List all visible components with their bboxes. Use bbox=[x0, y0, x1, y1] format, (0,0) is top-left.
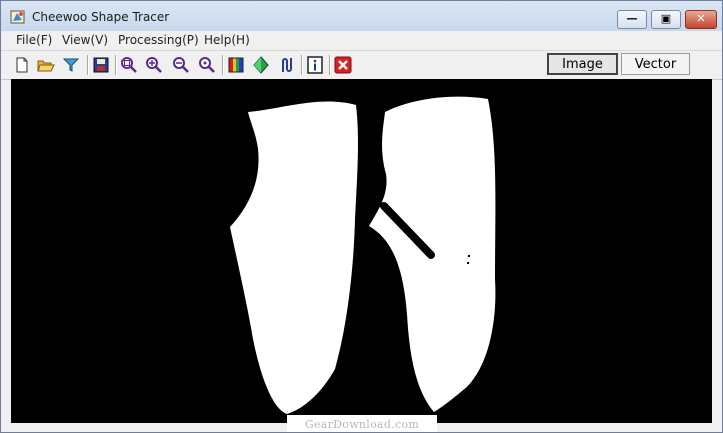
color-button[interactable] bbox=[226, 55, 246, 75]
save-icon bbox=[93, 57, 109, 73]
app-icon bbox=[10, 9, 26, 25]
save-button[interactable] bbox=[91, 55, 111, 75]
open-button[interactable] bbox=[36, 55, 56, 75]
minimize-button[interactable]: — bbox=[617, 10, 647, 29]
stop-button[interactable] bbox=[333, 55, 353, 75]
flip-button[interactable] bbox=[251, 55, 271, 75]
maximize-button[interactable]: ▣ bbox=[651, 10, 681, 29]
noise-dot bbox=[330, 281, 331, 283]
rotate-button[interactable] bbox=[277, 55, 297, 75]
image-canvas[interactable] bbox=[11, 79, 712, 423]
filter-button[interactable] bbox=[61, 55, 81, 75]
zoom-out-button[interactable] bbox=[171, 55, 191, 75]
zoom-fit-button[interactable] bbox=[119, 55, 139, 75]
menu-file[interactable]: File(F) bbox=[16, 33, 52, 47]
toolbar-separator bbox=[87, 55, 89, 75]
maximize-icon: ▣ bbox=[660, 12, 672, 25]
close-window-button[interactable]: ✕ bbox=[685, 10, 717, 29]
watermark: GearDownload.com bbox=[287, 415, 437, 432]
toolbar-separator bbox=[301, 55, 303, 75]
close-icon bbox=[334, 56, 352, 74]
menu-view[interactable]: View(V) bbox=[62, 33, 108, 47]
noise-dot bbox=[329, 269, 331, 271]
zoom-in-icon bbox=[146, 57, 162, 73]
zoom-in-button[interactable] bbox=[144, 55, 164, 75]
close-window-icon: ✕ bbox=[696, 12, 706, 25]
filter-icon bbox=[62, 58, 80, 72]
left-shape bbox=[230, 101, 358, 414]
window-title: Cheewoo Shape Tracer bbox=[32, 10, 170, 24]
traced-shape-image bbox=[230, 96, 496, 414]
zoom-actual-button[interactable] bbox=[197, 55, 217, 75]
new-icon bbox=[16, 57, 28, 73]
tab-image[interactable]: Image bbox=[547, 53, 618, 75]
menu-help[interactable]: Help(H) bbox=[204, 33, 250, 47]
zoom-out-icon bbox=[173, 57, 189, 73]
menu-processing[interactable]: Processing(P) bbox=[118, 33, 199, 47]
toolbar-separator bbox=[115, 55, 117, 75]
toolbar-separator bbox=[222, 55, 224, 75]
toolbar-separator bbox=[329, 55, 331, 75]
app-window: Cheewoo Shape Tracer — ▣ ✕ File(F) View(… bbox=[0, 0, 723, 433]
rotate-icon bbox=[282, 58, 292, 72]
color-icon bbox=[228, 57, 244, 73]
open-icon bbox=[37, 60, 55, 72]
title-bar[interactable]: Cheewoo Shape Tracer — ▣ ✕ bbox=[1, 1, 722, 31]
minimize-icon: — bbox=[626, 12, 638, 25]
tab-vector[interactable]: Vector bbox=[621, 53, 690, 75]
zoom-fit-icon bbox=[121, 57, 137, 73]
info-button[interactable] bbox=[305, 55, 325, 75]
new-button[interactable] bbox=[12, 55, 32, 75]
noise-dot bbox=[467, 262, 469, 264]
zoom-actual-icon bbox=[199, 57, 215, 73]
noise-dot bbox=[468, 255, 470, 257]
menu-bar: File(F) View(V) Processing(P) Help(H) bbox=[1, 31, 722, 49]
flip-icon bbox=[253, 56, 269, 74]
info-icon bbox=[307, 56, 323, 74]
